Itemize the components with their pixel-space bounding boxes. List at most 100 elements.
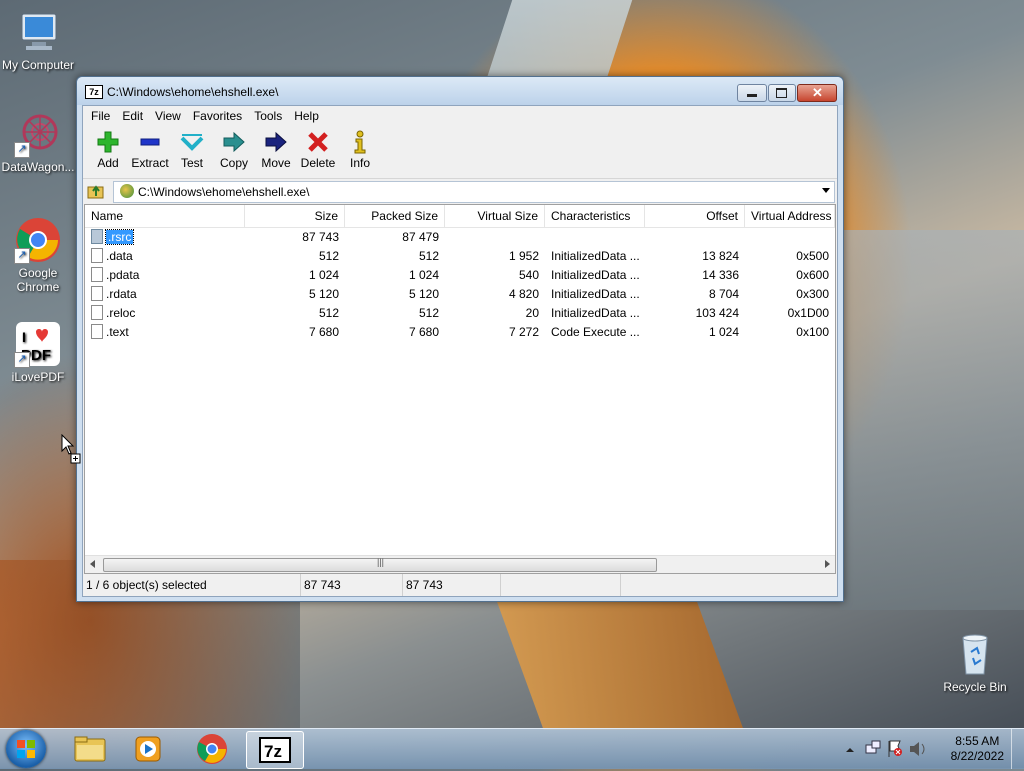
column-header-size[interactable]: Size <box>245 205 345 227</box>
desktop-icon-datawagon[interactable]: ↗ DataWagon... <box>0 110 76 174</box>
cell-virtual-address: 0x300 <box>796 287 829 301</box>
cell-characteristics: Code Execute ... <box>551 325 640 339</box>
status-size: 87 743 <box>301 574 403 596</box>
menu-help[interactable]: Help <box>288 109 325 123</box>
cell-characteristics: InitializedData ... <box>551 249 640 263</box>
table-row[interactable]: .text 7 680 7 680 7 272 Code Execute ... 1 02… <box>85 323 835 342</box>
desktop-icon-ilovepdf[interactable]: I PDF ↗ iLovePDF <box>0 320 76 384</box>
desktop-icon-google-chrome[interactable]: ↗ Google Chrome <box>0 216 76 294</box>
address-dropdown-icon[interactable] <box>822 188 830 193</box>
menu-view[interactable]: View <box>149 109 187 123</box>
horizontal-scrollbar[interactable]: ||| <box>85 555 835 573</box>
desktop-icon-label: Google Chrome <box>16 266 60 294</box>
delete-button[interactable]: Delete <box>297 126 339 178</box>
mouse-cursor-icon <box>61 433 83 467</box>
delete-label: Delete <box>300 156 336 170</box>
test-button[interactable]: Test <box>171 126 213 178</box>
cell-file-name: .text <box>85 323 245 342</box>
file-icon <box>91 248 103 263</box>
menu-edit[interactable]: Edit <box>116 109 149 123</box>
info-button[interactable]: Info <box>339 126 381 178</box>
column-header-packed-size[interactable]: Packed Size <box>345 205 445 227</box>
column-header-offset[interactable]: Offset <box>645 205 745 227</box>
scroll-grip-icon: ||| <box>377 557 385 567</box>
table-row[interactable]: .pdata 1 024 1 024 540 InitializedData ... 14… <box>85 266 835 285</box>
address-field[interactable]: C:\Windows\ehome\ehshell.exe\ <box>113 181 835 203</box>
scroll-left-icon[interactable] <box>90 560 95 568</box>
explorer-icon <box>74 736 106 762</box>
column-header-name[interactable]: Name <box>85 205 245 227</box>
column-headers: Name Size Packed Size Virtual Size Chara… <box>85 205 835 228</box>
cell-offset: 13 824 <box>702 249 739 263</box>
column-header-virtual-size[interactable]: Virtual Size <box>445 205 545 227</box>
file-name-text: .data <box>106 249 133 263</box>
maximize-button[interactable] <box>768 84 796 102</box>
cell-file-size: 512 <box>318 249 339 263</box>
7zip-icon-text: 7z <box>264 742 282 761</box>
show-desktop-button[interactable] <box>1011 729 1024 769</box>
taskbar-7zip[interactable]: 7z <box>246 731 304 769</box>
taskbar-media-player[interactable] <box>120 731 176 767</box>
taskbar-explorer[interactable] <box>62 731 118 767</box>
action-center-icon[interactable] <box>888 740 902 757</box>
close-button[interactable]: ✕ <box>797 84 837 102</box>
drive-icon <box>120 184 134 198</box>
table-row[interactable]: .data 512 512 1 952 InitializedData ... 13 82… <box>85 247 835 266</box>
desktop-icon-recycle-bin[interactable]: Recycle Bin <box>937 630 1013 694</box>
clock[interactable]: 8:55 AM 8/22/2022 <box>951 734 1004 764</box>
address-bar: C:\Windows\ehome\ehshell.exe\ <box>83 179 837 203</box>
cell-virtual-size: 20 <box>525 306 539 320</box>
folder-up-icon <box>87 185 104 199</box>
shortcut-arrow-icon: ↗ <box>14 352 30 368</box>
column-header-virtual-address[interactable]: Virtual Address <box>745 205 835 227</box>
cell-virtual-size: 7 272 <box>508 325 539 339</box>
cell-packed-size: 512 <box>418 306 439 320</box>
minimize-button[interactable] <box>737 84 767 102</box>
title-bar[interactable]: 7z C:\Windows\ehome\ehshell.exe\ ✕ <box>77 77 843 105</box>
info-label: Info <box>349 156 370 170</box>
minimize-icon <box>747 94 757 97</box>
table-row[interactable]: .rdata 5 120 5 120 4 820 InitializedData ...… <box>85 285 835 304</box>
menu-favorites[interactable]: Favorites <box>187 109 248 123</box>
cell-characteristics <box>545 228 645 247</box>
extract-button[interactable]: Extract <box>129 126 171 178</box>
status-bar: 1 / 6 object(s) selected 87 743 87 743 <box>83 574 837 596</box>
copy-label: Copy <box>219 156 248 170</box>
cell-file-size: 512 <box>318 306 339 320</box>
file-icon <box>91 305 103 320</box>
table-row[interactable]: .rsrc 87 743 87 479 <box>85 228 835 247</box>
desktop-icon-my-computer[interactable]: My Computer <box>0 8 76 72</box>
taskbar: 7z 8:55 AM 8/22/2022 <box>0 728 1024 769</box>
menu-file[interactable]: File <box>85 109 116 123</box>
cell-packed-size: 1 024 <box>408 268 439 282</box>
column-header-characteristics[interactable]: Characteristics <box>545 205 645 227</box>
copy-button[interactable]: Copy <box>213 126 255 178</box>
cell-file-size: 7 680 <box>308 325 339 339</box>
show-hidden-icons-icon[interactable] <box>846 748 854 752</box>
volume-icon[interactable] <box>910 742 925 756</box>
cell-characteristics: InitializedData ... <box>551 268 640 282</box>
computer-icon <box>14 8 62 56</box>
add-button[interactable]: Add <box>87 126 129 178</box>
cell-packed-size: 5 120 <box>408 287 439 301</box>
toolbar: Add Extract Test Copy Move Delete Info <box>83 126 837 179</box>
desktop-icon-label: Recycle Bin <box>943 680 1007 694</box>
cell-file-name: .reloc <box>85 304 245 323</box>
table-row[interactable]: .reloc 512 512 20 InitializedData ... 103 424… <box>85 304 835 323</box>
move-button[interactable]: Move <box>255 126 297 178</box>
windows-logo-icon <box>17 740 35 758</box>
file-name-text: .pdata <box>106 268 140 282</box>
scroll-right-icon[interactable] <box>825 560 830 568</box>
cell-offset: 14 336 <box>702 268 739 282</box>
start-button[interactable] <box>6 730 46 768</box>
move-label: Move <box>261 156 291 170</box>
system-tray: 8:55 AM 8/22/2022 <box>834 729 1024 769</box>
cell-characteristics: InitializedData ... <box>551 287 640 301</box>
cell-packed-size: 512 <box>418 249 439 263</box>
network-icon[interactable] <box>865 740 881 754</box>
taskbar-chrome[interactable] <box>184 731 240 767</box>
menu-tools[interactable]: Tools <box>248 109 288 123</box>
close-icon: ✕ <box>812 85 823 100</box>
folder-up-button[interactable] <box>87 182 105 200</box>
recycle-bin-icon <box>951 630 999 678</box>
